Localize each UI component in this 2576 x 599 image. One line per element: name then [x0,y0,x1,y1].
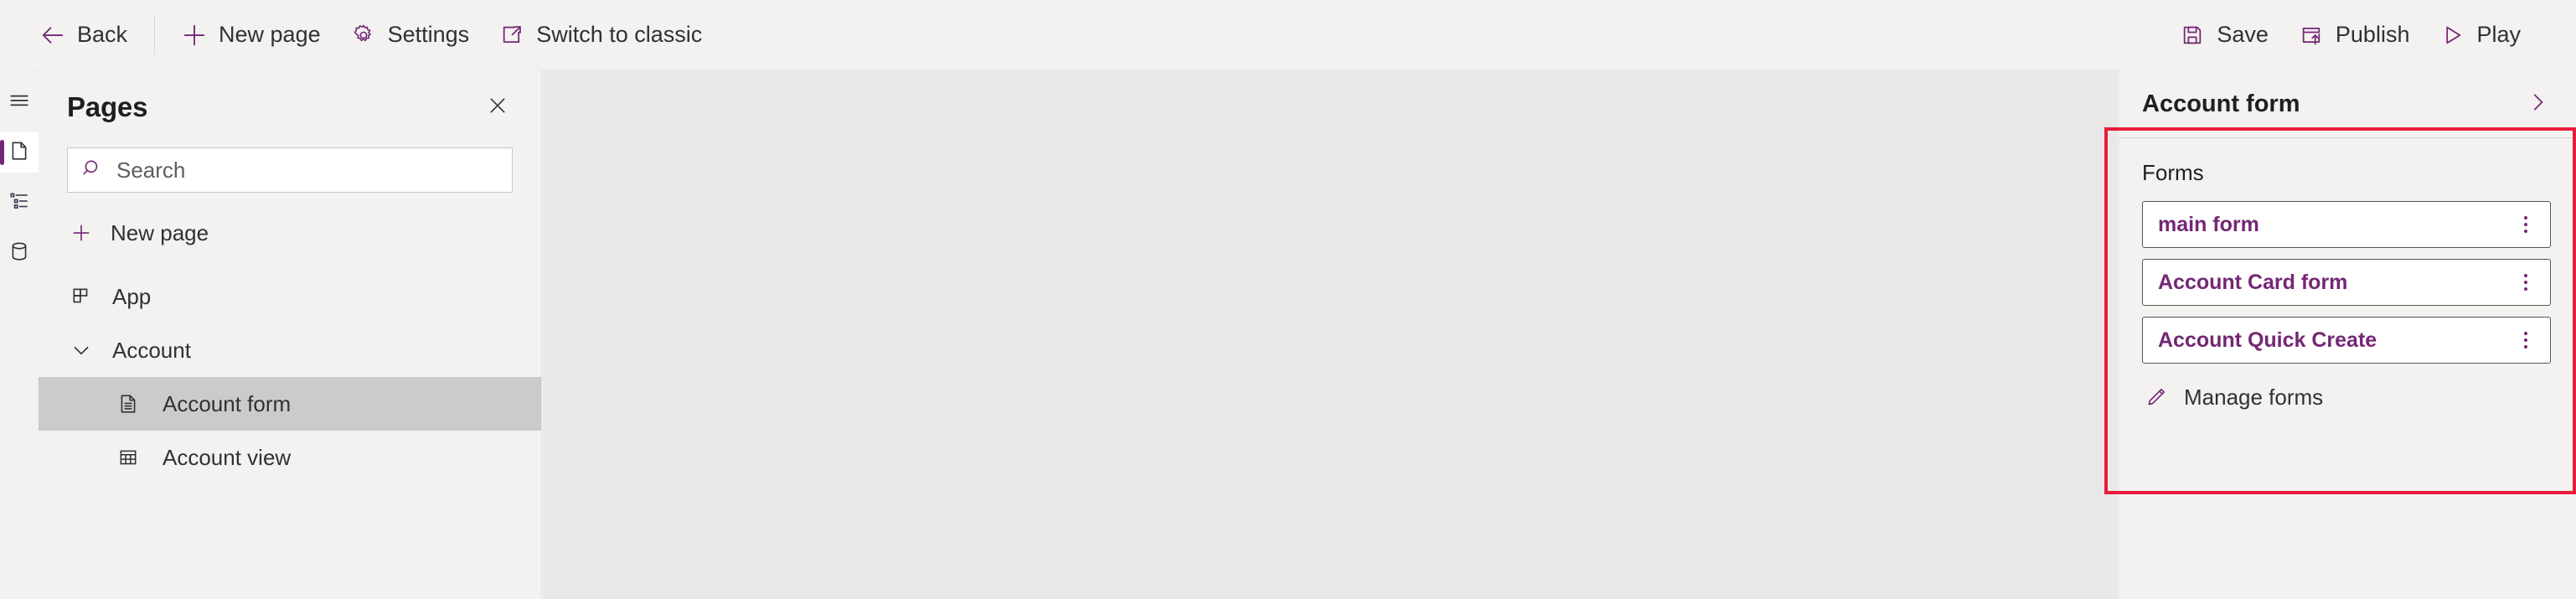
publish-button-label: Publish [2335,22,2410,47]
left-icon-rail [0,70,39,599]
app-root: Back New page Settings Switch to classic… [0,0,2576,599]
form-card-main-form[interactable]: main form [2142,201,2551,248]
form-card-name: main form [2158,212,2259,236]
search-icon [81,157,103,183]
form-card-name: Account Card form [2158,270,2348,294]
expand-panel-button[interactable] [2521,87,2554,121]
form-card-account-card-form[interactable]: Account Card form [2142,259,2551,306]
command-bar-left-group: Back New page Settings Switch to classic [0,12,717,59]
tree-item-account-view[interactable]: Account view [39,431,541,484]
new-page-tree-button[interactable]: New page [39,208,541,258]
tree-item-account-label: Account [112,337,191,363]
switch-to-classic-button[interactable]: Switch to classic [484,12,717,59]
command-bar-right-group: Save Publish Play [2165,12,2576,59]
form-card-account-quick-create[interactable]: Account Quick Create [2142,317,2551,364]
form-card-name: Account Quick Create [2158,328,2377,352]
app-canvas[interactable] [543,70,2117,599]
forms-section-label: Forms [2142,160,2204,185]
properties-panel: Account form Forms main form Account Car… [2118,70,2576,599]
switch-to-classic-button-label: Switch to classic [536,22,703,47]
close-panel-button[interactable] [479,89,516,126]
new-page-button-label: New page [219,22,321,47]
pages-panel: Pages Search New page App Account Accoun… [39,70,542,599]
tree-list-icon [8,190,30,216]
pages-panel-title: Pages [67,91,148,122]
arrow-left-icon [40,23,65,48]
tree-item-account[interactable]: Account [39,323,541,377]
chevron-down-icon[interactable] [67,339,96,361]
forms-section: Forms main form Account Card form Accoun… [2119,138,2576,420]
rail-item-pages[interactable] [0,132,39,173]
publish-button[interactable]: Publish [2284,12,2425,59]
pages-search-wrapper [39,126,541,193]
rail-spacer-3 [0,223,38,233]
hamburger-menu-icon [8,90,30,116]
pencil-icon [2142,386,2171,408]
more-vertical-icon[interactable] [2513,208,2538,241]
properties-panel-header: Account form [2119,70,2576,121]
back-button-label: Back [77,22,128,47]
tree-item-account-view-label: Account view [163,444,292,470]
settings-button-label: Settings [387,22,470,47]
back-button[interactable]: Back [25,12,142,59]
tree-item-app-label: App [112,283,152,309]
table-grid-icon [114,447,142,468]
pages-tree: App Account Account form Account view [39,270,541,484]
properties-panel-title: Account form [2142,90,2300,117]
rail-item-data[interactable] [0,233,39,273]
save-button[interactable]: Save [2165,12,2284,59]
play-button-label: Play [2476,22,2521,47]
page-icon [8,140,30,166]
app-grid-icon [67,286,96,307]
manage-forms-label: Manage forms [2184,384,2324,410]
command-bar: Back New page Settings Switch to classic… [0,0,2576,70]
rail-spacer-2 [0,173,38,183]
more-vertical-icon[interactable] [2513,323,2538,357]
play-icon [2439,23,2465,48]
database-icon [8,240,30,266]
close-icon [487,95,508,121]
new-page-tree-label: New page [111,219,209,245]
save-button-label: Save [2217,22,2269,47]
chevron-right-icon [2527,91,2548,117]
tree-item-account-form-label: Account form [163,390,292,416]
tree-item-app[interactable]: App [39,270,541,323]
more-vertical-icon[interactable] [2513,266,2538,299]
open-in-new-icon [499,23,524,48]
save-icon [2180,23,2205,48]
publish-icon [2299,23,2324,48]
form-document-icon [114,393,142,415]
search-input[interactable] [116,148,498,192]
pages-panel-header: Pages [39,70,541,126]
settings-button[interactable]: Settings [336,12,485,59]
new-page-button[interactable]: New page [167,12,336,59]
plus-icon [67,222,96,244]
toolbar-divider [154,15,156,54]
rail-item-navigation[interactable] [0,183,39,223]
manage-forms-link[interactable]: Manage forms [2142,374,2551,420]
search-box[interactable] [67,147,513,193]
tree-item-account-form[interactable]: Account form [39,377,541,431]
rail-item-menu[interactable] [0,82,39,122]
gear-icon [351,23,376,48]
rail-spacer-1 [0,122,38,132]
play-button[interactable]: Play [2424,12,2536,59]
plus-icon [182,23,207,48]
